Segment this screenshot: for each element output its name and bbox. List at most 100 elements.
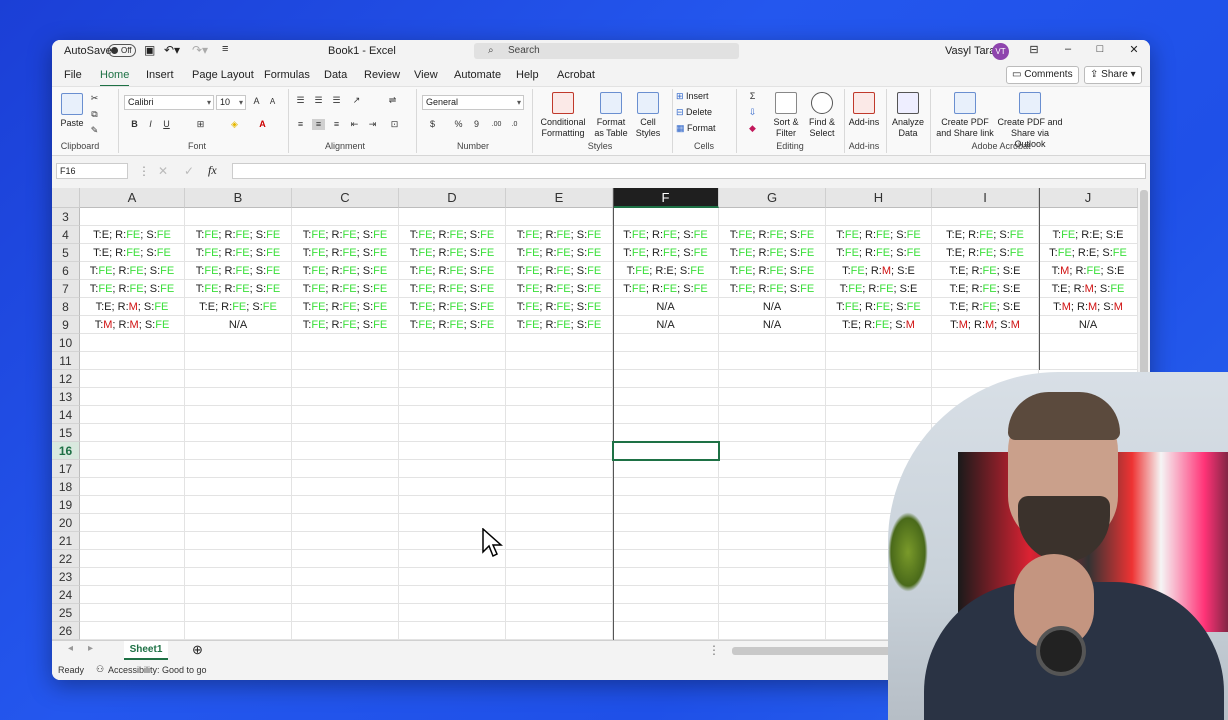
cell-g9[interactable]: N/A: [719, 316, 826, 334]
cell-j5[interactable]: T:FE; R:E; S:FE: [1039, 244, 1138, 262]
cell-d24[interactable]: [399, 586, 506, 604]
tab-review[interactable]: Review: [364, 69, 400, 81]
cell-b9[interactable]: N/A: [185, 316, 292, 334]
cell-c14[interactable]: [292, 406, 399, 424]
cell-f8[interactable]: N/A: [613, 298, 719, 316]
cell-e6[interactable]: T:FE; R:FE; S:FE: [506, 262, 613, 280]
increase-decimal-icon[interactable]: .00: [490, 119, 503, 130]
cell-h7[interactable]: T:FE; R:FE; S:E: [826, 280, 932, 298]
cell-f4[interactable]: T:FE; R:FE; S:FE: [613, 226, 719, 244]
cell-f11[interactable]: [613, 352, 719, 370]
cell-e26[interactable]: [506, 622, 613, 640]
cell-a23[interactable]: [80, 568, 185, 586]
row-header-8[interactable]: 8: [52, 298, 80, 316]
cell-e23[interactable]: [506, 568, 613, 586]
find-select-button[interactable]: Find & Select: [804, 92, 840, 139]
cell-j9[interactable]: N/A: [1039, 316, 1138, 334]
cell-h5[interactable]: T:FE; R:FE; S:FE: [826, 244, 932, 262]
cell-d26[interactable]: [399, 622, 506, 640]
share-button[interactable]: ⇪ Share ▾: [1084, 66, 1142, 84]
cell-h9[interactable]: T:E; R:FE; S:M: [826, 316, 932, 334]
cell-j10[interactable]: [1039, 334, 1138, 352]
row-header-6[interactable]: 6: [52, 262, 80, 280]
cell-a25[interactable]: [80, 604, 185, 622]
sheet-tab[interactable]: Sheet1: [124, 641, 168, 660]
cell-d7[interactable]: T:FE; R:FE; S:FE: [399, 280, 506, 298]
cell-c7[interactable]: T:FE; R:FE; S:FE: [292, 280, 399, 298]
comments-button[interactable]: ▭ Comments: [1006, 66, 1079, 84]
tab-automate[interactable]: Automate: [454, 69, 501, 81]
cell-b10[interactable]: [185, 334, 292, 352]
row-header-25[interactable]: 25: [52, 604, 80, 622]
cell-a11[interactable]: [80, 352, 185, 370]
cell-c4[interactable]: T:FE; R:FE; S:FE: [292, 226, 399, 244]
comma-icon[interactable]: 9: [470, 119, 483, 130]
cell-g13[interactable]: [719, 388, 826, 406]
cell-f21[interactable]: [613, 532, 719, 550]
tab-page-layout[interactable]: Page Layout: [192, 69, 254, 81]
percent-icon[interactable]: %: [452, 119, 465, 130]
cell-e3[interactable]: [506, 208, 613, 226]
cell-f18[interactable]: [613, 478, 719, 496]
cell-j3[interactable]: [1039, 208, 1138, 226]
split-handle-icon[interactable]: ⋮: [708, 643, 720, 657]
redo-icon[interactable]: ↷▾: [192, 43, 208, 57]
cell-f3[interactable]: [613, 208, 719, 226]
cell-h3[interactable]: [826, 208, 932, 226]
cell-g17[interactable]: [719, 460, 826, 478]
cell-a20[interactable]: [80, 514, 185, 532]
cell-c22[interactable]: [292, 550, 399, 568]
cell-a4[interactable]: T:E; R:FE; S:FE: [80, 226, 185, 244]
tab-home[interactable]: Home: [100, 69, 130, 87]
cell-b20[interactable]: [185, 514, 292, 532]
cell-g10[interactable]: [719, 334, 826, 352]
cell-a17[interactable]: [80, 460, 185, 478]
clear-icon[interactable]: ◆: [746, 123, 759, 134]
cell-g14[interactable]: [719, 406, 826, 424]
cell-h10[interactable]: [826, 334, 932, 352]
cell-c16[interactable]: [292, 442, 399, 460]
paste-button[interactable]: Paste: [58, 93, 86, 129]
cell-b21[interactable]: [185, 532, 292, 550]
cell-e25[interactable]: [506, 604, 613, 622]
cell-c11[interactable]: [292, 352, 399, 370]
cell-d16[interactable]: [399, 442, 506, 460]
cell-g12[interactable]: [719, 370, 826, 388]
row-header-12[interactable]: 12: [52, 370, 80, 388]
cell-g23[interactable]: [719, 568, 826, 586]
maximize-icon[interactable]: □: [1092, 43, 1108, 55]
cell-f12[interactable]: [613, 370, 719, 388]
cell-i4[interactable]: T:E; R:FE; S:FE: [932, 226, 1039, 244]
cell-c10[interactable]: [292, 334, 399, 352]
accessibility-status[interactable]: Accessibility: Good to go: [108, 665, 207, 675]
cell-e14[interactable]: [506, 406, 613, 424]
wrap-text-icon[interactable]: ⇌: [386, 95, 399, 106]
cell-g15[interactable]: [719, 424, 826, 442]
align-right-icon[interactable]: ≡: [330, 119, 343, 130]
cell-c18[interactable]: [292, 478, 399, 496]
decrease-indent-icon[interactable]: ⇤: [348, 119, 361, 130]
align-top-icon[interactable]: ☰: [294, 95, 307, 106]
cell-d10[interactable]: [399, 334, 506, 352]
cell-c17[interactable]: [292, 460, 399, 478]
cell-h14[interactable]: [826, 406, 932, 424]
row-header-3[interactable]: 3: [52, 208, 80, 226]
cell-g26[interactable]: [719, 622, 826, 640]
align-bottom-icon[interactable]: ☰: [330, 95, 343, 106]
format-as-table-button[interactable]: Format as Table: [592, 92, 630, 139]
cell-j7[interactable]: T:E; R:M; S:FE: [1039, 280, 1138, 298]
cell-d5[interactable]: T:FE; R:FE; S:FE: [399, 244, 506, 262]
conditional-formatting-button[interactable]: Conditional Formatting: [536, 92, 590, 139]
row-header-14[interactable]: 14: [52, 406, 80, 424]
cell-a15[interactable]: [80, 424, 185, 442]
cell-e13[interactable]: [506, 388, 613, 406]
cell-i7[interactable]: T:E; R:FE; S:E: [932, 280, 1039, 298]
row-header-21[interactable]: 21: [52, 532, 80, 550]
cell-b15[interactable]: [185, 424, 292, 442]
cell-d17[interactable]: [399, 460, 506, 478]
cell-d13[interactable]: [399, 388, 506, 406]
cell-d11[interactable]: [399, 352, 506, 370]
sort-filter-button[interactable]: Sort & Filter: [768, 92, 804, 139]
cell-a18[interactable]: [80, 478, 185, 496]
cell-i10[interactable]: [932, 334, 1039, 352]
